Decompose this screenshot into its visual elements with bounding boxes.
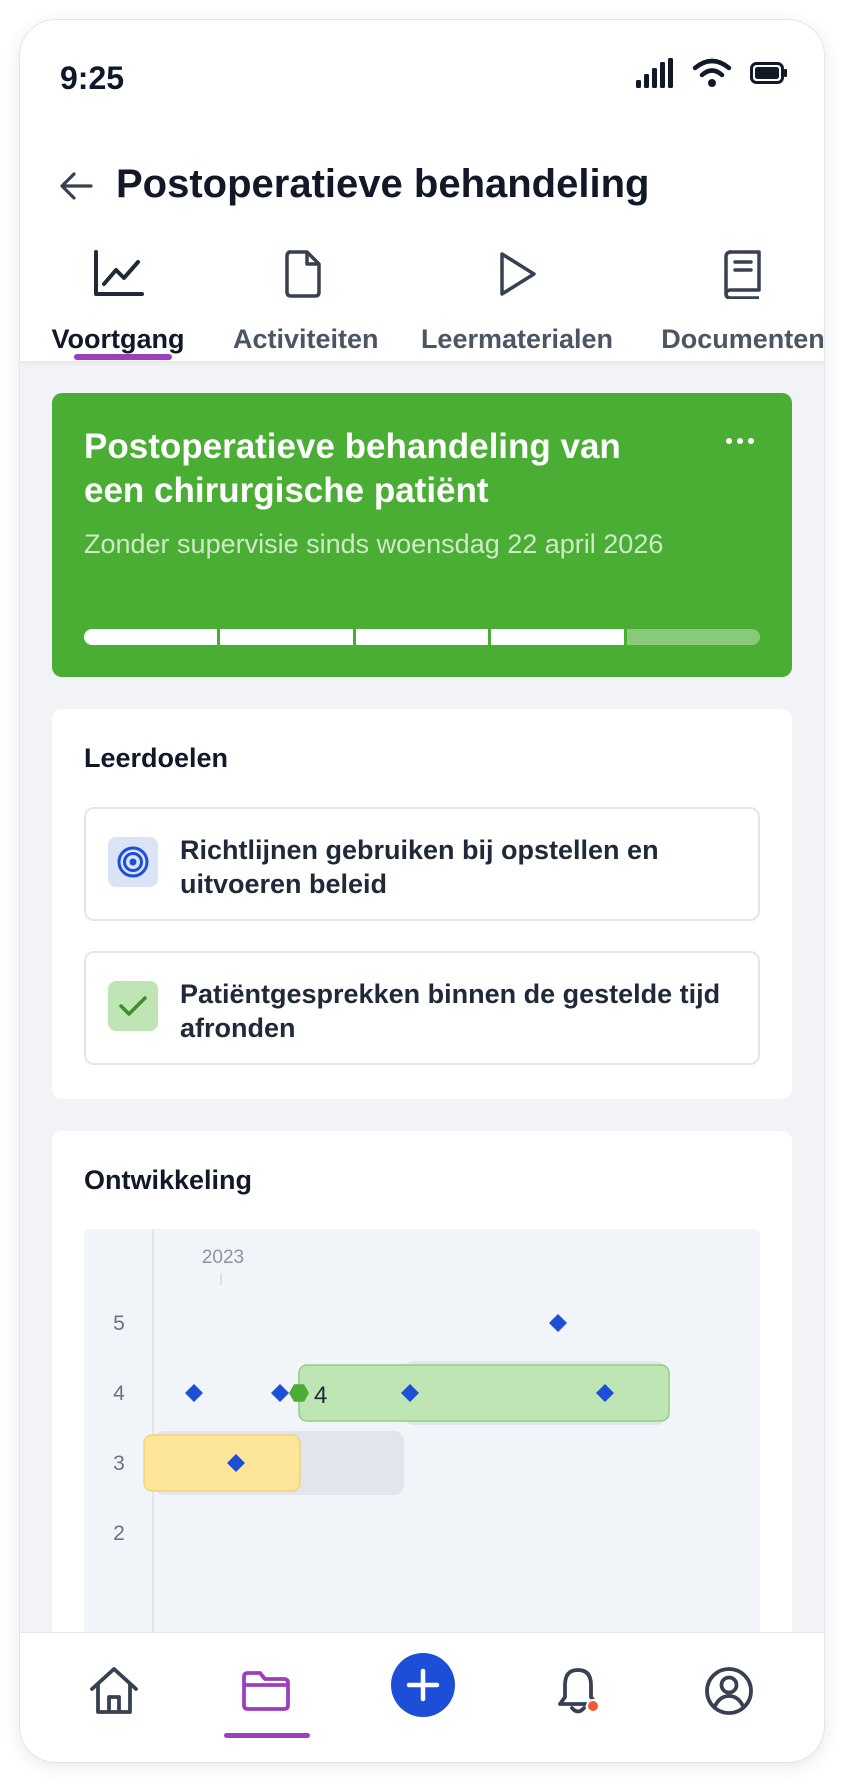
bottom-navigation bbox=[20, 1632, 824, 1762]
tab-bar: Voortgang Activiteiten Leermaterialen Do… bbox=[20, 230, 824, 361]
phone-screen: 9:25 Postoperatieve behandeling Voortgan… bbox=[20, 20, 824, 1762]
plus-icon bbox=[406, 1668, 440, 1702]
learning-goals-card: Leerdoelen Richtlijnen gebruiken bij ops… bbox=[52, 709, 792, 1099]
development-title: Ontwikkeling bbox=[84, 1165, 253, 1195]
play-icon bbox=[489, 246, 545, 302]
goal-text: Richtlijnen gebruiken bij opstellen en u… bbox=[180, 835, 659, 899]
development-card: Ontwikkeling 2 3 4 5 2023 4 bbox=[52, 1131, 792, 1651]
progress-bar bbox=[84, 629, 760, 645]
status-time: 9:25 bbox=[60, 60, 125, 96]
tab-activiteiten[interactable]: Activiteiten bbox=[233, 230, 379, 361]
progress-segment bbox=[491, 629, 625, 645]
top-section: 9:25 Postoperatieve behandeling Voortgan… bbox=[20, 20, 824, 361]
progress-segment bbox=[219, 629, 353, 645]
signal-icon bbox=[636, 58, 674, 93]
user-circle-icon bbox=[705, 1667, 753, 1715]
development-chart: 2 3 4 5 2023 4 bbox=[84, 1229, 760, 1651]
tab-label: Documenten bbox=[661, 324, 824, 354]
y-tick-label: 4 bbox=[113, 1382, 125, 1405]
target-icon bbox=[108, 837, 158, 887]
data-point bbox=[549, 1314, 567, 1332]
competency-card[interactable]: Postoperatieve behandeling van een chiru… bbox=[52, 393, 792, 677]
nav-home[interactable] bbox=[82, 1659, 146, 1723]
band-level-3 bbox=[143, 1434, 301, 1492]
progress-segment bbox=[355, 629, 489, 645]
progress-segment bbox=[627, 629, 760, 645]
y-tick-label: 3 bbox=[113, 1452, 125, 1475]
chart-line-icon bbox=[90, 246, 146, 302]
document-icon bbox=[275, 246, 331, 302]
y-tick-label: 2 bbox=[113, 1522, 125, 1545]
more-options-button[interactable] bbox=[720, 429, 760, 453]
tab-label: Voortgang bbox=[51, 324, 185, 354]
battery-icon bbox=[750, 62, 788, 89]
y-tick-label: 5 bbox=[113, 1312, 125, 1335]
back-button[interactable] bbox=[56, 166, 96, 206]
chart-svg: 2 3 4 5 2023 4 bbox=[113, 1229, 670, 1651]
status-icons bbox=[636, 58, 788, 93]
status-bar: 9:25 bbox=[20, 20, 824, 140]
progress-segment bbox=[84, 629, 217, 645]
folder-icon bbox=[242, 1671, 290, 1711]
nav-folder[interactable] bbox=[234, 1659, 298, 1723]
more-dot bbox=[737, 438, 743, 444]
notification-dot bbox=[586, 1699, 600, 1713]
data-point bbox=[185, 1384, 203, 1402]
x-tick-label: 2023 bbox=[202, 1247, 244, 1268]
nav-active-indicator bbox=[224, 1733, 310, 1738]
goal-item[interactable]: Patiëntgesprekken binnen de gestelde tij… bbox=[84, 951, 760, 1065]
more-dot bbox=[748, 438, 754, 444]
home-icon bbox=[90, 1667, 138, 1714]
tab-leermaterialen[interactable]: Leermaterialen bbox=[412, 230, 622, 361]
wifi-icon bbox=[692, 58, 732, 93]
goal-item[interactable]: Richtlijnen gebruiken bij opstellen en u… bbox=[84, 807, 760, 921]
level-marker-label: 4 bbox=[314, 1382, 327, 1409]
add-button[interactable] bbox=[391, 1653, 455, 1717]
book-icon bbox=[715, 246, 771, 302]
goal-text: Patiëntgesprekken binnen de gestelde tij… bbox=[180, 979, 721, 1043]
page-header: Postoperatieve behandeling bbox=[20, 140, 824, 240]
arrow-left-icon bbox=[60, 172, 93, 200]
competency-subtitle: Zonder supervisie sinds woensdag 22 apri… bbox=[84, 529, 664, 559]
competency-title: Postoperatieve behandeling van een chiru… bbox=[84, 427, 621, 510]
tab-voortgang[interactable]: Voortgang bbox=[48, 230, 188, 361]
nav-profile[interactable] bbox=[697, 1659, 761, 1723]
page-title: Postoperatieve behandeling bbox=[116, 162, 650, 206]
tab-label: Leermaterialen bbox=[420, 324, 614, 354]
tab-active-indicator bbox=[74, 354, 172, 360]
tab-documenten[interactable]: Documenten bbox=[648, 230, 824, 361]
learning-goals-title: Leerdoelen bbox=[84, 743, 229, 773]
nav-notifications[interactable] bbox=[546, 1659, 610, 1723]
more-dot bbox=[726, 438, 732, 444]
check-icon bbox=[108, 981, 158, 1031]
tab-label: Activiteiten bbox=[233, 324, 379, 354]
data-point bbox=[271, 1384, 289, 1402]
